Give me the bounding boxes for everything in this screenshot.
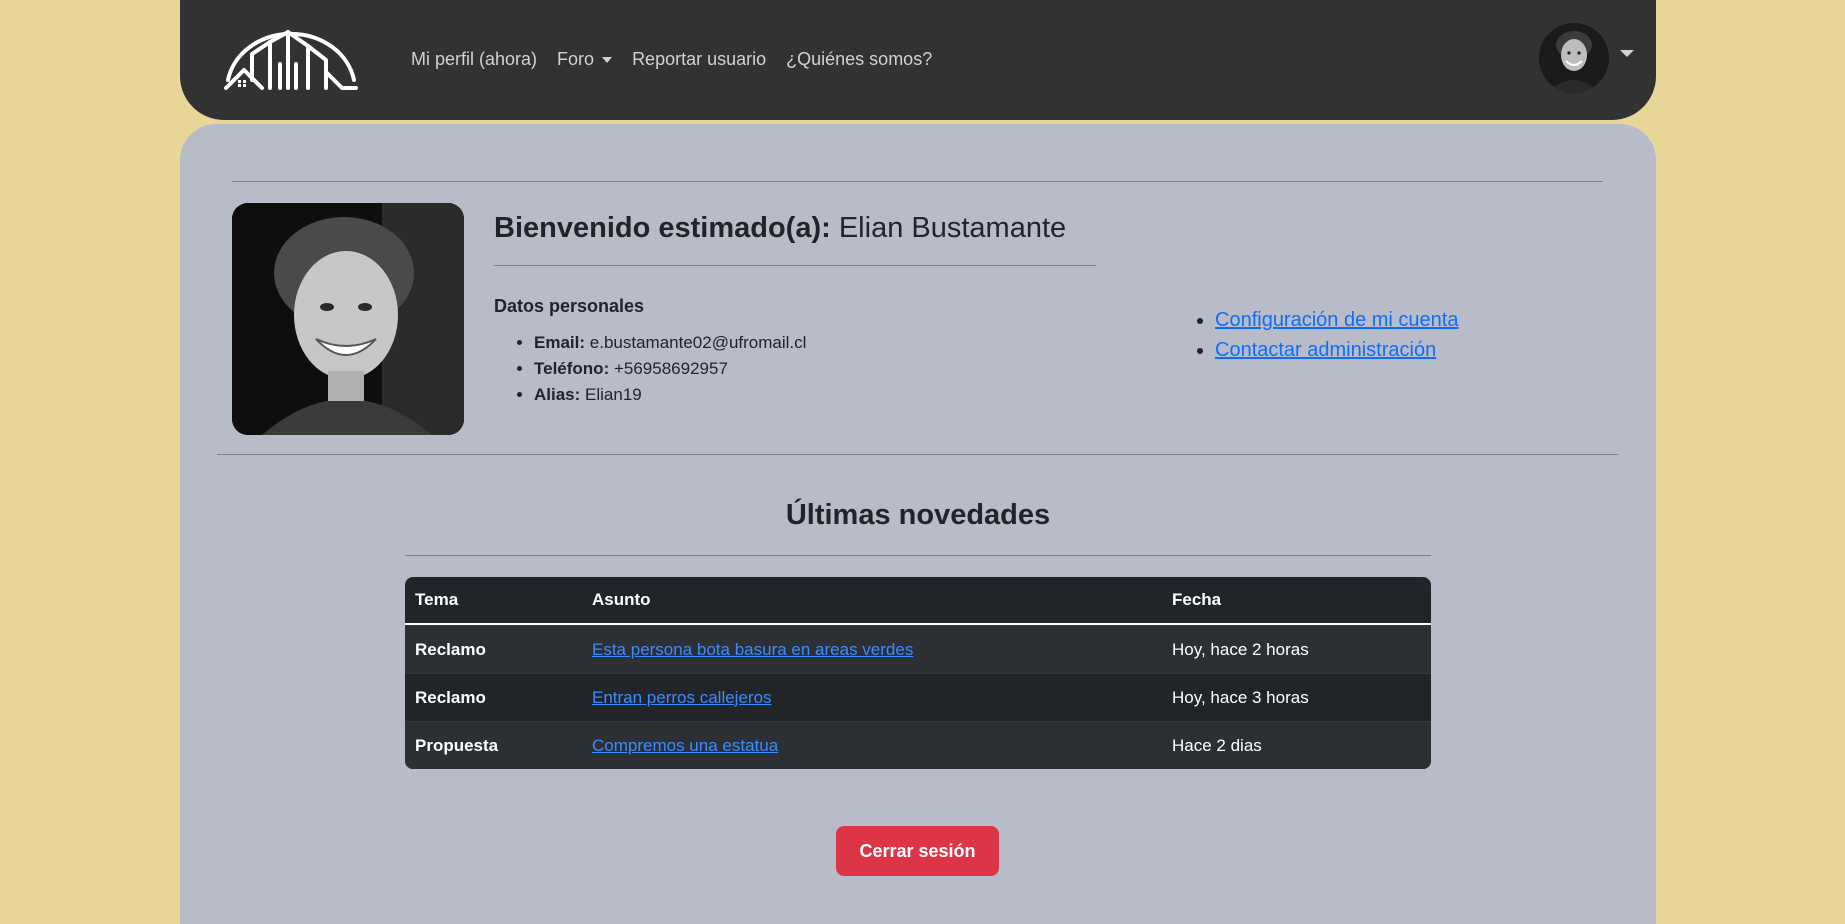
contact-admin-link[interactable]: Contactar administración xyxy=(1215,339,1436,361)
nav-links: Mi perfil (ahora) Foro Reportar usuario … xyxy=(411,0,952,118)
cell-asunto: Compremos una estatua xyxy=(582,736,1162,756)
nav-link-quienes-somos[interactable]: ¿Quiénes somos? xyxy=(786,49,932,70)
topic-link[interactable]: Esta persona bota basura en areas verdes xyxy=(592,640,913,659)
field-label: Alias: xyxy=(534,385,581,404)
topic-link[interactable]: Entran perros callejeros xyxy=(592,688,772,707)
cell-tema: Reclamo xyxy=(415,639,486,659)
nav-dropdown-foro[interactable]: Foro xyxy=(557,48,613,70)
column-header-fecha: Fecha xyxy=(1172,590,1222,609)
account-links: Configuración de mi cuenta Contactar adm… xyxy=(1193,305,1458,365)
divider xyxy=(217,454,1618,455)
table-header-row: Tema Asunto Fecha xyxy=(405,577,1431,625)
nav-link-label: Foro xyxy=(557,48,595,69)
brand-logo[interactable] xyxy=(222,24,360,94)
table-row: Propuesta Compremos una estatua Hace 2 d… xyxy=(405,721,1431,769)
user-avatar[interactable] xyxy=(1539,23,1609,93)
divider xyxy=(494,265,1096,266)
cell-fecha: Hoy, hace 2 horas xyxy=(1172,639,1309,659)
cell-asunto: Esta persona bota basura en areas verdes xyxy=(582,640,1162,660)
table-row: Reclamo Esta persona bota basura en area… xyxy=(405,625,1431,673)
nav-link-label: Reportar usuario xyxy=(632,48,767,69)
column-header-tema: Tema xyxy=(415,590,459,609)
cell-asunto: Entran perros callejeros xyxy=(582,688,1162,708)
topic-link[interactable]: Compremos una estatua xyxy=(592,736,778,755)
profile-card: Bienvenido estimado(a): Elian Bustamante… xyxy=(180,124,1656,924)
field-value: e.bustamante02@ufromail.cl xyxy=(589,333,807,352)
field-email: Email: e.bustamante02@ufromail.cl xyxy=(534,330,806,356)
caret-down-icon xyxy=(602,56,613,63)
field-label: Email: xyxy=(534,333,586,352)
divider xyxy=(232,181,1603,182)
field-value: Elian19 xyxy=(585,385,642,404)
user-menu-caret-icon[interactable] xyxy=(1620,50,1634,57)
list-item: Configuración de mi cuenta xyxy=(1215,305,1458,335)
divider xyxy=(405,555,1431,556)
nav-link-label: ¿Quiénes somos? xyxy=(786,48,933,69)
news-table: Tema Asunto Fecha Reclamo Esta persona b… xyxy=(405,577,1431,769)
field-telefono: Teléfono: +56958692957 xyxy=(534,356,806,382)
personal-data-title: Datos personales xyxy=(494,296,645,316)
nav-link-label: Mi perfil (ahora) xyxy=(411,48,538,69)
nav-link-mi-perfil[interactable]: Mi perfil (ahora) xyxy=(411,49,537,70)
field-alias: Alias: Elian19 xyxy=(534,382,806,408)
cell-fecha: Hoy, hace 3 horas xyxy=(1172,687,1309,707)
table-row: Reclamo Entran perros callejeros Hoy, ha… xyxy=(405,673,1431,721)
field-label: Teléfono: xyxy=(534,359,610,378)
field-value: +56958692957 xyxy=(613,359,728,378)
user-name: Elian Bustamante xyxy=(838,212,1067,244)
top-navbar: Mi perfil (ahora) Foro Reportar usuario … xyxy=(180,0,1656,120)
welcome-heading: Bienvenido estimado(a): Elian Bustamante xyxy=(494,212,1066,245)
profile-photo xyxy=(232,203,464,435)
personal-data-list: Email: e.bustamante02@ufromail.cl Teléfo… xyxy=(494,330,806,408)
cell-fecha: Hace 2 dias xyxy=(1172,735,1262,755)
account-settings-link[interactable]: Configuración de mi cuenta xyxy=(1215,309,1458,331)
welcome-prefix: Bienvenido estimado(a): xyxy=(494,212,831,244)
news-title: Últimas novedades xyxy=(785,499,1051,531)
list-item: Contactar administración xyxy=(1215,335,1458,365)
nav-link-reportar-usuario[interactable]: Reportar usuario xyxy=(632,49,766,70)
cell-tema: Propuesta xyxy=(415,735,499,755)
column-header-asunto: Asunto xyxy=(592,590,651,609)
logout-button[interactable]: Cerrar sesión xyxy=(836,826,999,876)
cell-tema: Reclamo xyxy=(415,687,486,707)
